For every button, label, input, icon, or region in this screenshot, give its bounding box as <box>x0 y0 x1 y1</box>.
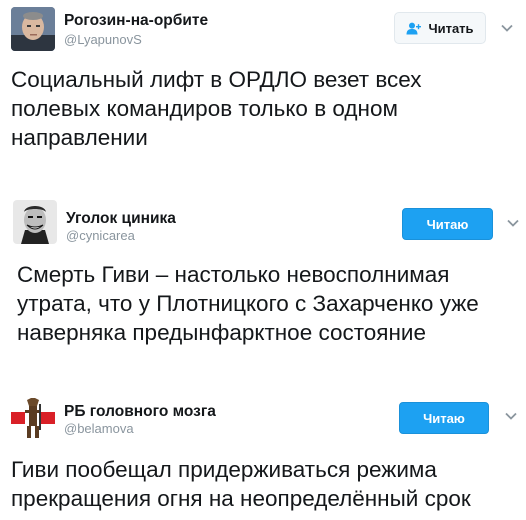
author-name[interactable]: Рогозин-на-орбите <box>64 12 208 30</box>
tweet-card: Рогозин-на-орбите @LyapunovS Читать Соци… <box>0 0 526 165</box>
avatar[interactable] <box>13 200 57 244</box>
following-label: Читаю <box>423 410 465 426</box>
tweet-card: РБ головного мозга @belamova Читаю Гиви … <box>0 386 526 520</box>
tweet-text: Гиви пообещал придерживаться режима прек… <box>11 457 471 511</box>
following-label: Читаю <box>426 216 469 232</box>
chevron-down-icon[interactable] <box>506 216 520 230</box>
chevron-down-icon[interactable] <box>504 409 518 423</box>
tweet-text: Смерть Гиви – настолько невосполнимая ут… <box>17 262 479 345</box>
tweet-card: Уголок циника @cynicarea Читаю Смерть Ги… <box>0 193 526 358</box>
follow-label: Читать <box>428 20 474 36</box>
author-name[interactable]: Уголок циника <box>66 210 176 228</box>
avatar[interactable] <box>11 396 55 440</box>
following-button[interactable]: Читаю <box>402 208 493 240</box>
author-handle[interactable]: @LyapunovS <box>64 32 142 47</box>
following-button[interactable]: Читаю <box>399 402 489 434</box>
follow-button[interactable]: Читать <box>394 12 486 44</box>
author-handle[interactable]: @cynicarea <box>66 228 135 243</box>
avatar[interactable] <box>11 7 55 51</box>
tweet-text: Социальный лифт в ОРДЛО везет всех полев… <box>11 67 422 150</box>
chevron-down-icon[interactable] <box>500 21 514 35</box>
author-name[interactable]: РБ головного мозга <box>64 403 216 421</box>
add-user-icon <box>406 22 422 35</box>
author-handle[interactable]: @belamova <box>64 421 134 436</box>
